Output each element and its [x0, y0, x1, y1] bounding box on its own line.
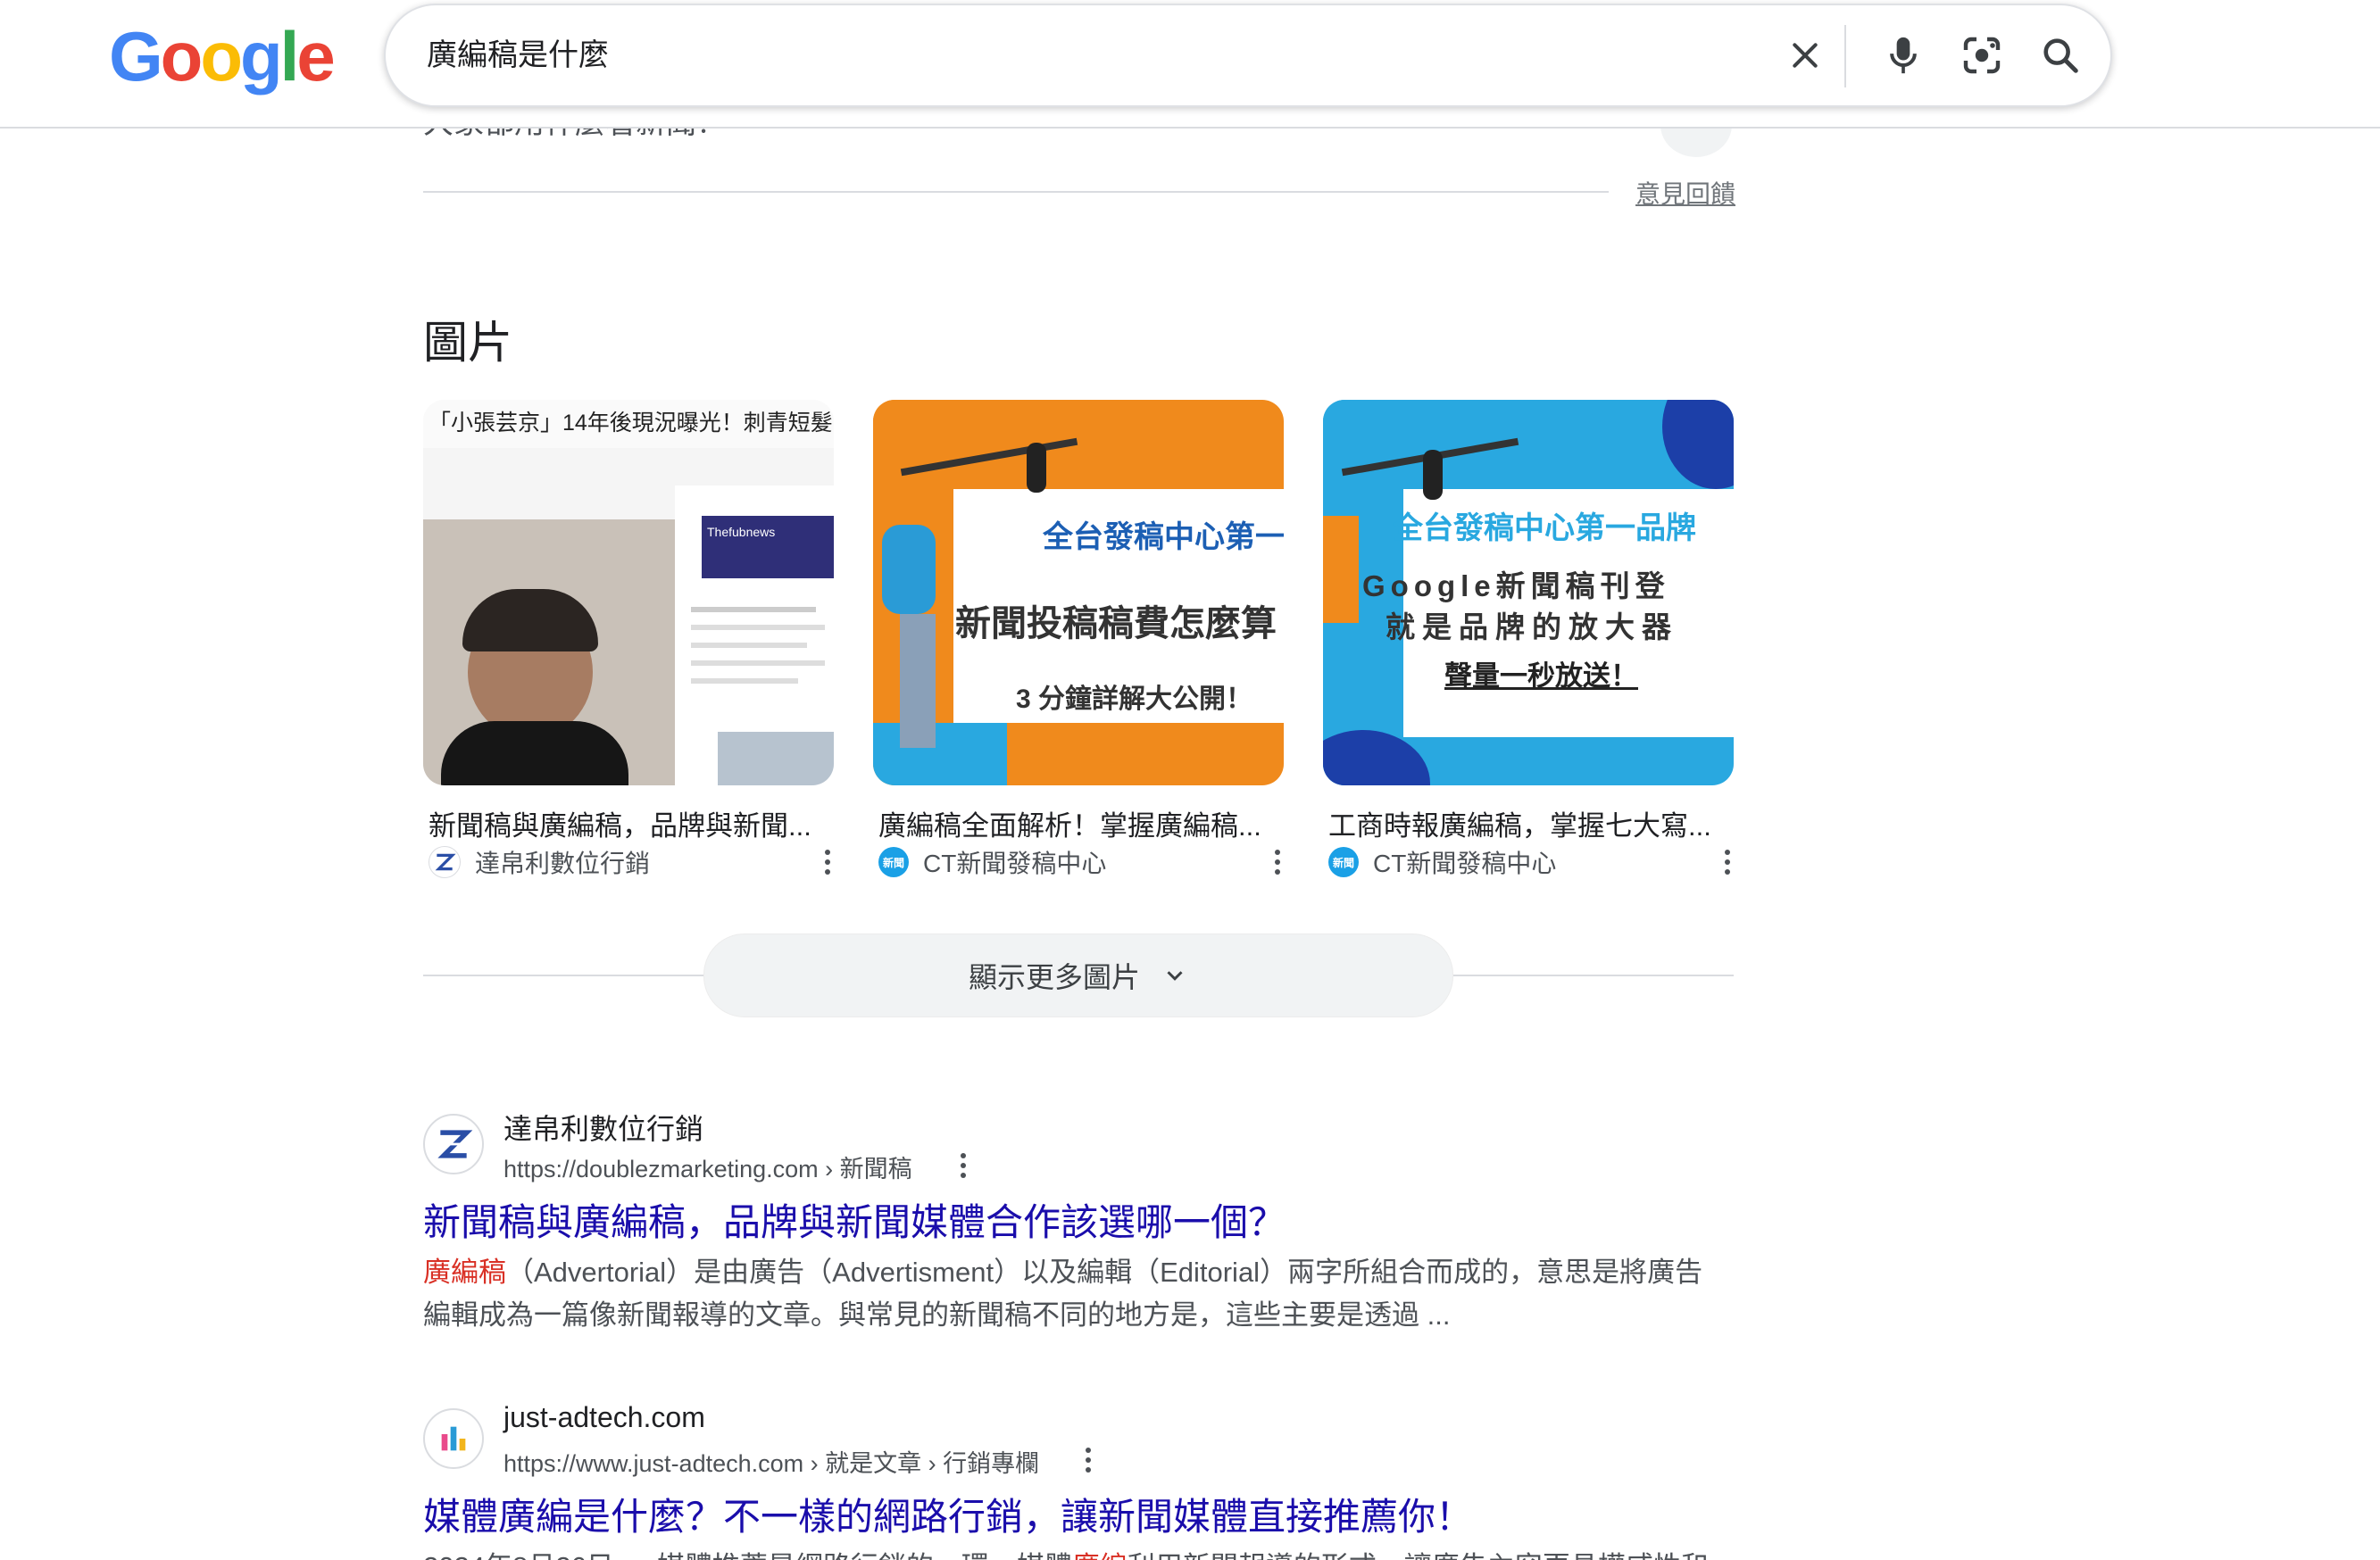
just-adtech-favicon [423, 1408, 484, 1469]
logo-letter: e [296, 17, 335, 95]
search-input[interactable]: 廣編稿是什麼 [427, 5, 609, 105]
more-options-icon[interactable] [814, 844, 841, 880]
images-section-title: 圖片 [423, 318, 512, 368]
ct-news-favicon: 新聞 [878, 847, 909, 877]
thumbnail-line: Google新聞稿刊登 [1362, 569, 1670, 602]
search-results-page: Google 廣編稿是什麼 大家都用什麼看新聞？ 意見回饋 圖片 [0, 0, 2380, 1560]
ct-news-favicon: 新聞 [1328, 847, 1359, 877]
logo-letter: l [279, 17, 300, 95]
image-source-name: CT新聞發稿中心 [1373, 850, 1557, 877]
snippet-highlight: 廣編 [1072, 1551, 1128, 1560]
search-divider [1844, 25, 1846, 87]
image-source[interactable]: 達帛利數位行銷 [429, 846, 650, 878]
thumbnail-line: 3 分鐘詳解大公開！ [1016, 685, 1253, 714]
camera-lens-icon[interactable] [1955, 29, 2009, 82]
image-result-card[interactable]: 全台發稿中心第一 新聞投稿稿費怎麼算 3 分鐘詳解大公開！ 廣編稿全面解析！掌握… [873, 400, 1284, 877]
snippet-highlight: 廣編稿 [423, 1257, 506, 1288]
thumbnail-headline: 「小張芸京」14年後現況曝光！刺青短髮 [429, 411, 833, 436]
logo-letter: o [160, 17, 204, 95]
search-icon[interactable] [2034, 29, 2087, 82]
show-more-images-button[interactable]: 顯示更多圖片 [703, 934, 1453, 1017]
thumbnail-line: 新聞投稿稿費怎麼算 [955, 604, 1277, 643]
image-caption[interactable]: 新聞稿與廣編稿，品牌與新聞... [429, 803, 832, 843]
result-title-link[interactable]: 媒體廣編是什麼？不一樣的網路行銷，讓新聞媒體直接推薦你！ [423, 1487, 1473, 1541]
search-header: Google 廣編稿是什麼 [0, 0, 2380, 129]
result-snippet: 廣編稿（Advertorial）是由廣告（Advertisment）以及編輯（E… [423, 1251, 1735, 1337]
feedback-link[interactable]: 意見回饋 [1635, 175, 1735, 211]
logo-letter: o [200, 17, 243, 95]
more-options-icon[interactable] [950, 1148, 977, 1183]
google-logo[interactable]: Google [109, 16, 336, 96]
image-thumbnail[interactable]: 全台發稿中心第一 新聞投稿稿費怎麼算 3 分鐘詳解大公開！ [873, 400, 1284, 785]
image-source[interactable]: 新聞 CT新聞發稿中心 [878, 846, 1106, 878]
thumbnail-line: 就是品牌的放大器 [1386, 610, 1678, 643]
thumbnail-line: 全台發稿中心第一 [1043, 520, 1284, 554]
snippet-text: 編輯成為一篇像新聞報導的文章。與常見的新聞稿不同的地方是，這些主要是透過 ... [423, 1299, 1451, 1331]
microphone-icon[interactable] [1877, 29, 1930, 82]
snippet-text: 2024年8月26日 — 媒體推薦是網路行銷的一環，媒體 [423, 1551, 1072, 1560]
thumbnail-line: 聲量一秒放送！ [1444, 660, 1638, 692]
image-caption[interactable]: 廣編稿全面解析！掌握廣編稿... [878, 803, 1282, 843]
more-options-icon[interactable] [1264, 844, 1291, 880]
image-source[interactable]: 新聞 CT新聞發稿中心 [1328, 846, 1556, 878]
show-more-label: 顯示更多圖片 [968, 961, 1140, 993]
result-url[interactable]: https://www.just-adtech.com › 就是文章 › 行銷專… [503, 1444, 1039, 1479]
result-title-link[interactable]: 新聞稿與廣編稿，品牌與新聞媒體合作該選哪一個？ [423, 1192, 1286, 1247]
thumbnail-line: 全台發稿中心第一品牌 [1393, 511, 1696, 545]
result-site-name[interactable]: 達帛利數位行銷 [503, 1107, 703, 1148]
ct-favicon-text: 新聞 [882, 856, 904, 869]
ct-favicon-text: 新聞 [1332, 856, 1354, 869]
snippet-text: 利用新聞報導的形式，讓廣告內容更具權威性和 [1128, 1551, 1709, 1560]
image-result-card[interactable]: 「小張芸京」14年後現況曝光！刺青短髮 Thefubnews 新聞稿與廣編稿，品… [423, 400, 834, 878]
image-thumbnail[interactable]: 「小張芸京」14年後現況曝光！刺青短髮 Thefubnews [423, 400, 834, 785]
more-options-icon[interactable] [1714, 844, 1741, 880]
logo-letter: G [109, 17, 163, 95]
thumbnail-badge: Thefubnews [707, 525, 776, 539]
chevron-down-icon [1167, 971, 1183, 981]
result-snippet: 2024年8月26日 — 媒體推薦是網路行銷的一環，媒體廣編利用新聞報導的形式，… [423, 1546, 1735, 1560]
logo-letter: g [239, 17, 283, 95]
image-caption[interactable]: 工商時報廣編稿，掌握七大寫... [1328, 803, 1732, 843]
result-url[interactable]: https://doublezmarketing.com › 新聞稿 [503, 1149, 912, 1184]
doublez-favicon [423, 1114, 484, 1174]
clear-icon[interactable] [1778, 29, 1832, 82]
image-thumbnail[interactable]: 全台發稿中心第一品牌 Google新聞稿刊登 就是品牌的放大器 聲量一秒放送！ [1323, 400, 1734, 785]
snippet-text: （Advertorial）是由廣告（Advertisment）以及編輯（Edit… [506, 1257, 1703, 1288]
divider [423, 191, 1609, 193]
image-source-name: CT新聞發稿中心 [923, 850, 1107, 877]
image-source-name: 達帛利數位行銷 [475, 850, 651, 877]
search-box[interactable]: 廣編稿是什麼 [384, 4, 2112, 107]
image-result-card[interactable]: 全台發稿中心第一品牌 Google新聞稿刊登 就是品牌的放大器 聲量一秒放送！ … [1323, 400, 1734, 877]
doublez-favicon [429, 846, 461, 878]
result-site-name[interactable]: just-adtech.com [503, 1401, 705, 1434]
more-options-icon[interactable] [1075, 1442, 1102, 1478]
